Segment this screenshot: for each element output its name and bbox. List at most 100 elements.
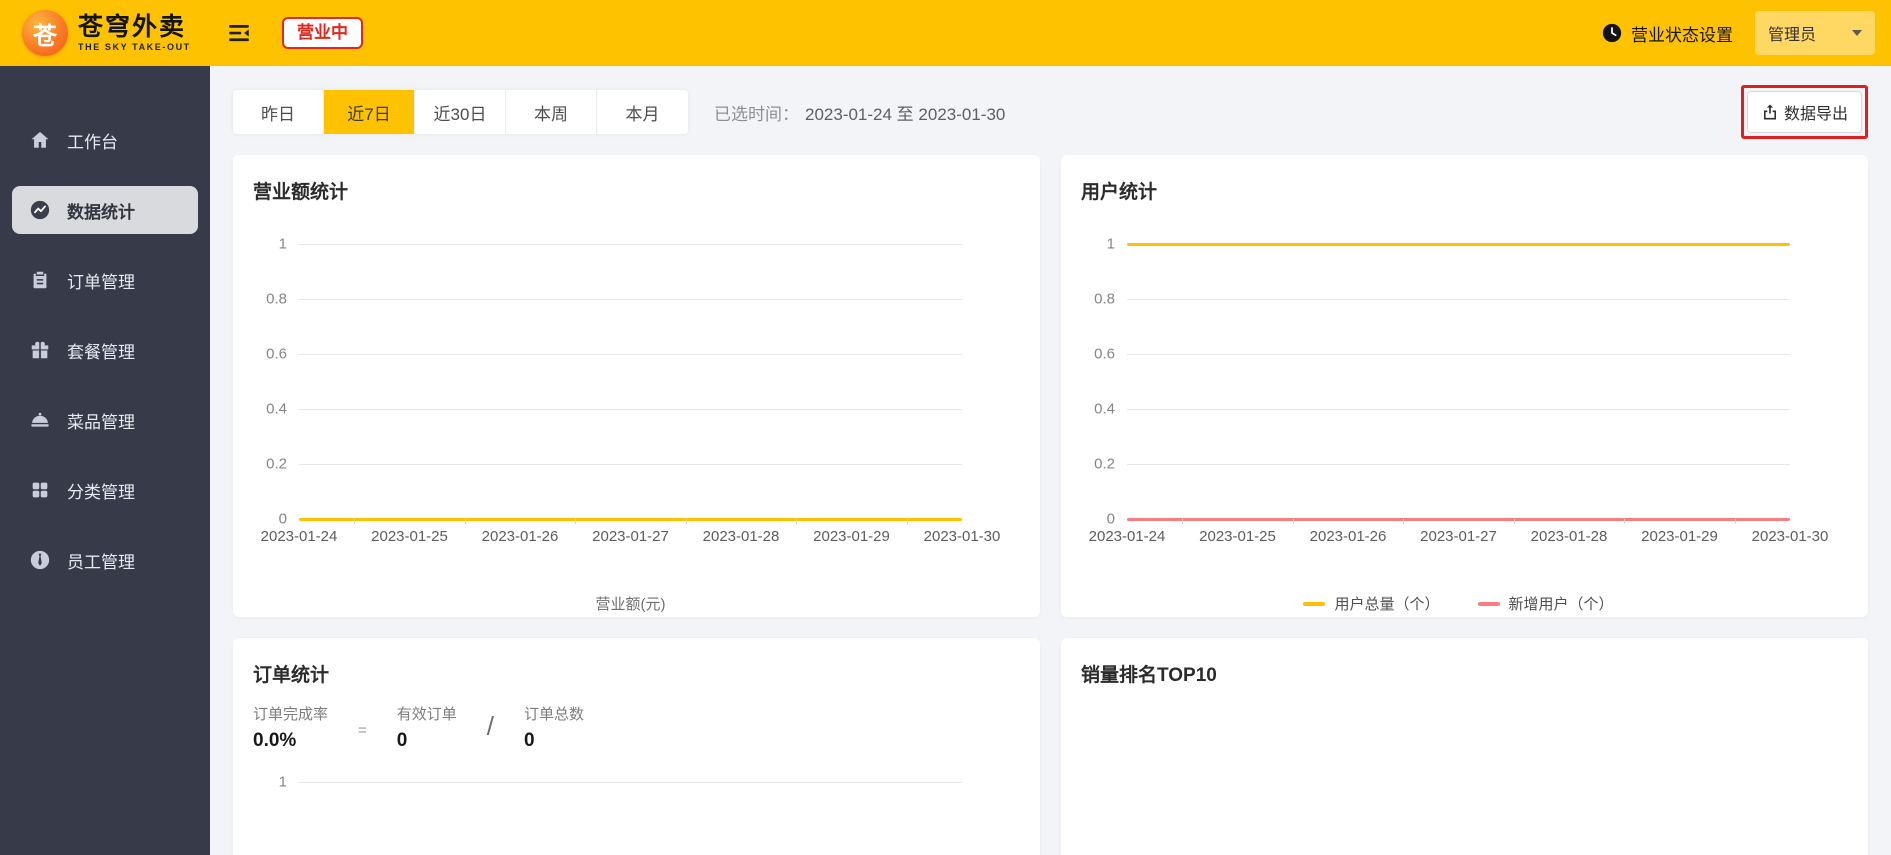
gridline bbox=[1127, 299, 1790, 300]
gridline bbox=[299, 354, 962, 355]
category-icon bbox=[29, 479, 51, 501]
sales-top10-title: 销量排名TOP10 bbox=[1081, 665, 1217, 686]
legend-item: 营业额(元) bbox=[596, 593, 666, 614]
legend-label: 用户总量（个） bbox=[1334, 596, 1440, 613]
chart-line bbox=[1127, 518, 1790, 521]
revenue-chart-legend: 营业额(元) bbox=[299, 593, 962, 614]
home-icon bbox=[29, 129, 51, 151]
admin-user-dropdown[interactable]: 管理员 bbox=[1755, 11, 1875, 55]
revenue-stats-card: 营业额统计 1 0.8 0.6 0.4 0.2 0 2023-01-24 2023-01-25… bbox=[233, 155, 1040, 617]
date-range-tabs: 昨日 近7日 近30日 本周 本月 bbox=[233, 90, 688, 134]
y-axis-label: 1 bbox=[278, 235, 287, 253]
x-axis-label: 2023-01-25 bbox=[371, 528, 448, 545]
order-completion-label: 订单完成率 bbox=[253, 706, 329, 723]
legend-marker-icon bbox=[1477, 601, 1500, 606]
x-axis-tick bbox=[354, 519, 356, 524]
y-axis-label: 0 bbox=[278, 510, 287, 528]
legend-item[interactable]: 新增用户（个） bbox=[1477, 593, 1614, 614]
sidebar-item-statistics[interactable]: 数据统计 bbox=[12, 186, 198, 234]
y-axis-label: 0.4 bbox=[266, 400, 287, 418]
main-content: 昨日 近7日 近30日 本周 本月 已选时间： 2023-01-24 至 2023-01-… bbox=[210, 66, 1891, 855]
brand-logo: 苍 苍穹外卖 THE SKY TAKE-OUT bbox=[0, 10, 210, 56]
sidebar-item-label: 工作台 bbox=[67, 132, 118, 152]
user-stats-card: 用户统计 1 0.8 0.6 0.4 0.2 0 2023-01-24 2023-01-25 2… bbox=[1061, 155, 1868, 617]
total-orders-value: 0 bbox=[524, 730, 535, 751]
sidebar-item-label: 订单管理 bbox=[67, 272, 135, 292]
gridline bbox=[299, 464, 962, 465]
valid-orders-stat: 有效订单 0 bbox=[397, 703, 457, 752]
gridline bbox=[1127, 464, 1790, 465]
gridline bbox=[299, 244, 962, 245]
valid-orders-label: 有效订单 bbox=[396, 706, 457, 723]
x-axis-label: 2023-01-27 bbox=[1420, 528, 1497, 545]
tab-30days[interactable]: 近30日 bbox=[415, 90, 506, 134]
sidebar-item-categories[interactable]: 分类管理 bbox=[12, 466, 198, 514]
x-axis-tick bbox=[796, 519, 798, 524]
selected-time-label: 已选时间： bbox=[714, 104, 799, 124]
valid-orders-value: 0 bbox=[396, 730, 408, 751]
order-stats-card: 订单统计 订单完成率 0.0% = 有效订单 0 / 订单总数 0 1 bbox=[233, 638, 1040, 855]
sidebar-item-dishes[interactable]: 菜品管理 bbox=[12, 396, 198, 444]
business-status-badge: 营业中 bbox=[282, 16, 363, 50]
tab-month[interactable]: 本月 bbox=[597, 90, 688, 134]
x-axis-label: 2023-01-29 bbox=[1641, 528, 1718, 545]
legend-label: 营业额(元) bbox=[595, 596, 666, 613]
sidebar-item-combos[interactable]: 套餐管理 bbox=[12, 326, 198, 374]
tab-yesterday[interactable]: 昨日 bbox=[233, 90, 324, 134]
y-axis-label: 0.4 bbox=[1094, 400, 1115, 418]
sidebar-item-workbench[interactable]: 工作台 bbox=[12, 116, 198, 164]
user-chart: 1 0.8 0.6 0.4 0.2 0 2023-01-24 2023-01-25 2023-0… bbox=[1089, 236, 1829, 546]
gridline bbox=[299, 299, 962, 300]
menu-fold-icon[interactable] bbox=[226, 20, 252, 46]
x-axis-label: 2023-01-25 bbox=[1199, 528, 1276, 545]
y-axis-label: 0.2 bbox=[1094, 455, 1115, 473]
y-axis-label: 0.8 bbox=[1094, 290, 1115, 308]
selected-time-value: 2023-01-24 至 2023-01-30 bbox=[805, 104, 1006, 124]
y-axis-label: 1 bbox=[1106, 235, 1115, 253]
brand-name: 苍穹外卖 bbox=[78, 12, 187, 41]
data-export-button[interactable]: 数据导出 bbox=[1746, 91, 1862, 133]
x-axis-label: 2023-01-27 bbox=[592, 528, 669, 545]
topbar-right-group: 营业状态设置 管理员 bbox=[1601, 11, 1891, 55]
slash-sign: / bbox=[486, 711, 495, 741]
brand-subtitle: THE SKY TAKE-OUT bbox=[78, 41, 191, 52]
y-axis-label: 1 bbox=[278, 773, 287, 791]
chevron-down-icon bbox=[1852, 30, 1862, 36]
x-axis-tick bbox=[575, 519, 577, 524]
x-axis-label: 2023-01-28 bbox=[702, 528, 780, 545]
filter-toolbar: 昨日 近7日 近30日 本周 本月 已选时间： 2023-01-24 至 2023-01-… bbox=[233, 85, 1868, 139]
order-completion-stat: 订单完成率 0.0% bbox=[253, 703, 328, 752]
export-annotation-box: 数据导出 bbox=[1740, 85, 1868, 139]
sidebar-item-label: 菜品管理 bbox=[67, 412, 135, 432]
business-status-setting-label: 营业状态设置 bbox=[1631, 25, 1733, 45]
top-navbar: 苍 苍穹外卖 THE SKY TAKE-OUT 营业中 营业状态设置 管理员 bbox=[0, 0, 1891, 66]
x-axis-label: 2023-01-29 bbox=[813, 528, 890, 545]
brand-logo-icon: 苍 bbox=[22, 10, 68, 56]
sidebar-item-label: 数据统计 bbox=[67, 202, 135, 222]
revenue-chart: 1 0.8 0.6 0.4 0.2 0 2023-01-24 2023-01-25 2023-0… bbox=[261, 236, 1001, 546]
x-axis-tick bbox=[1624, 519, 1626, 524]
gridline bbox=[299, 782, 962, 783]
x-axis-label: 2023-01-26 bbox=[1309, 528, 1387, 545]
tab-week[interactable]: 本周 bbox=[506, 90, 597, 134]
x-axis-label: 2023-01-28 bbox=[1530, 528, 1608, 545]
sidebar-item-employees[interactable]: 员工管理 bbox=[12, 536, 198, 584]
x-axis-label: 2023-01-26 bbox=[481, 528, 559, 545]
legend-item[interactable]: 用户总量（个） bbox=[1303, 593, 1440, 614]
x-axis-tick bbox=[1513, 519, 1515, 524]
equals-sign: = bbox=[358, 722, 367, 739]
gridline bbox=[1127, 354, 1790, 355]
dashboard-cards: 营业额统计 1 0.8 0.6 0.4 0.2 0 2023-01-24 2023-01-25… bbox=[233, 155, 1868, 855]
business-status-setting-button[interactable]: 营业状态设置 bbox=[1601, 21, 1733, 46]
user-chart-legend: 用户总量（个） 新增用户（个） bbox=[1127, 593, 1790, 614]
sidebar-item-label: 员工管理 bbox=[67, 552, 135, 572]
y-axis-label: 0.2 bbox=[266, 455, 287, 473]
sidebar-item-orders[interactable]: 订单管理 bbox=[12, 256, 198, 304]
revenue-card-title: 营业额统计 bbox=[253, 182, 349, 203]
x-axis-tick bbox=[685, 519, 687, 524]
sales-top10-card: 销量排名TOP10 bbox=[1061, 638, 1868, 855]
tab-7days[interactable]: 近7日 bbox=[324, 90, 415, 134]
chart-line bbox=[1127, 243, 1790, 246]
sidebar-item-label: 分类管理 bbox=[67, 482, 135, 502]
x-axis-label: 2023-01-24 bbox=[260, 528, 338, 545]
